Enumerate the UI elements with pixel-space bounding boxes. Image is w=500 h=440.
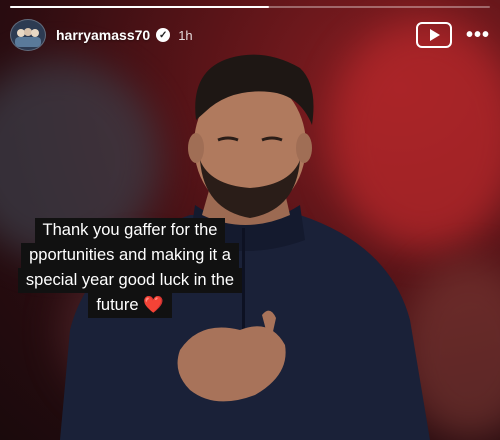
caption-text: future <box>96 296 139 314</box>
play-icon <box>429 29 440 41</box>
more-options-button[interactable]: ••• <box>466 25 490 45</box>
caption-line: Thank you gaffer for the <box>34 218 226 243</box>
story-timestamp: 1h <box>178 27 193 43</box>
avatar-group-image <box>15 28 41 47</box>
story-viewer[interactable]: harryamass70 ✓ 1h ••• Thank you gaffer f… <box>0 0 500 440</box>
play-button[interactable] <box>415 22 452 48</box>
more-options-icon: ••• <box>465 24 490 46</box>
story-progress-fill <box>10 6 270 8</box>
caption-line: special year good luck in the <box>17 268 243 293</box>
heart-emoji-icon: ❤️ <box>143 296 164 314</box>
story-progress-bar <box>10 6 490 8</box>
story-caption: Thank you gaffer for the pportunities an… <box>0 218 260 318</box>
story-username[interactable]: harryamass70 <box>56 27 150 43</box>
story-header: harryamass70 ✓ 1h ••• <box>10 18 490 52</box>
caption-line-last: future ❤️ <box>88 293 172 318</box>
verified-badge-icon: ✓ <box>156 28 171 42</box>
avatar[interactable] <box>10 19 46 51</box>
caption-line: pportunities and making it a <box>21 243 239 268</box>
